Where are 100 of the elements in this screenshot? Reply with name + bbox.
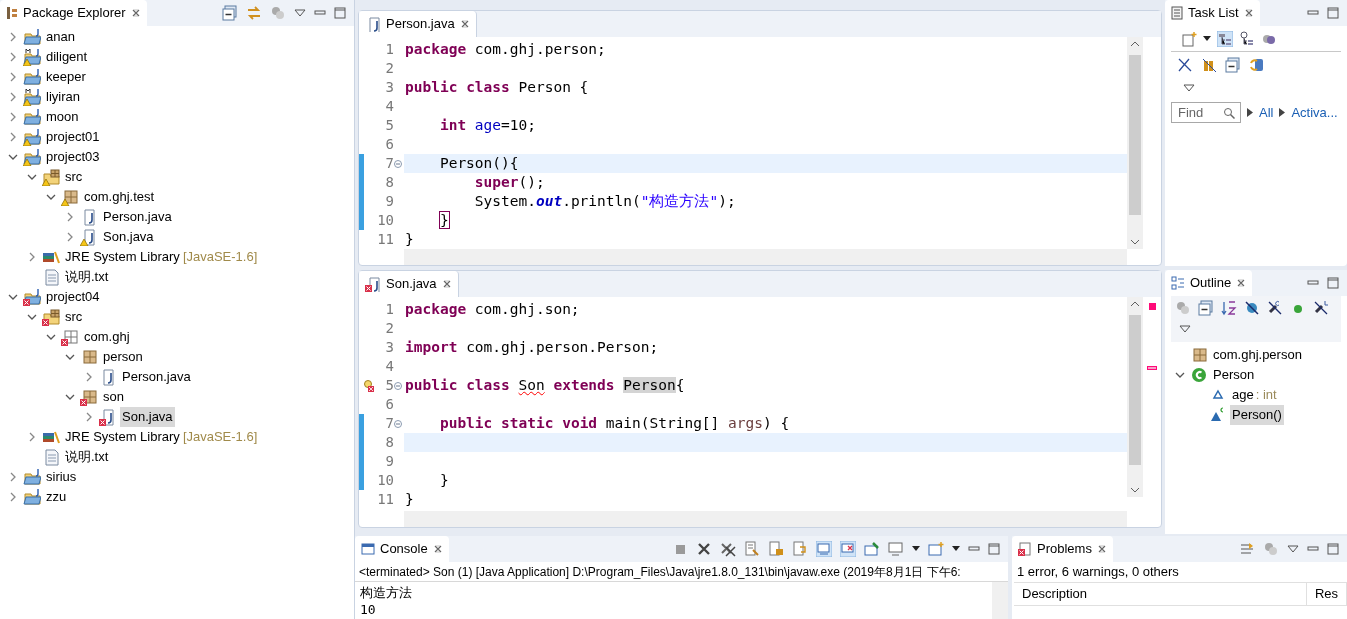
show-on-output-icon[interactable] (816, 541, 832, 557)
categorized-tasks-icon[interactable] (1217, 30, 1233, 47)
column-header[interactable]: Description (1014, 582, 1307, 606)
view-menu-icon[interactable] (294, 9, 306, 17)
display-console-icon[interactable] (888, 541, 904, 557)
close-icon[interactable] (1243, 8, 1254, 18)
tree-item[interactable]: Son.java (101, 227, 156, 247)
view-tab[interactable]: Package Explorer (0, 0, 147, 26)
collapse-all-icon[interactable] (1225, 57, 1241, 73)
tree-item[interactable]: Person() (1230, 405, 1284, 425)
maximize-icon[interactable] (1327, 543, 1339, 555)
maximize-icon[interactable] (334, 7, 346, 19)
editor-tab[interactable]: Son.java (359, 271, 459, 297)
tree-item[interactable]: Person (1211, 365, 1257, 385)
collapse-all-icon[interactable] (1198, 300, 1214, 316)
tree-item[interactable]: JRE System Library (63, 427, 182, 447)
tree-item[interactable]: Son.java (120, 407, 175, 427)
horizontal-scrollbar[interactable] (404, 511, 1127, 527)
lightbulb-error-icon[interactable] (364, 379, 374, 392)
close-icon[interactable] (432, 544, 443, 554)
filter-icon[interactable] (1175, 300, 1191, 316)
expand-triangle-icon[interactable] (1247, 108, 1253, 117)
remove-all-terminated-icon[interactable] (720, 541, 736, 557)
hide-fields-icon[interactable] (1244, 300, 1260, 316)
link-with-editor-icon[interactable] (246, 5, 262, 21)
tree-item[interactable]: diligent (44, 47, 90, 67)
task-repository-icon[interactable] (1249, 57, 1265, 73)
vertical-scrollbar[interactable] (1127, 297, 1143, 497)
filter-icon[interactable] (1263, 541, 1279, 557)
tree-item[interactable]: zzu (44, 487, 69, 507)
minimize-icon[interactable] (968, 544, 980, 554)
tree-item[interactable]: Person.java (101, 207, 174, 227)
close-icon[interactable] (1236, 278, 1247, 288)
column-header[interactable]: Res (1306, 582, 1347, 606)
scheduled-tasks-icon[interactable] (1239, 30, 1255, 47)
vertical-scrollbar[interactable] (1127, 37, 1143, 249)
hide-local-types-icon[interactable] (1313, 300, 1329, 316)
tree-item[interactable]: src (63, 307, 85, 327)
editor-tab[interactable]: Person.java (359, 11, 477, 37)
view-tab[interactable]: Console (355, 536, 449, 562)
fold-minus-icon[interactable] (394, 381, 402, 390)
word-wrap-icon[interactable] (792, 541, 808, 557)
pin-console-icon[interactable] (864, 541, 880, 557)
link[interactable]: Activa... (1291, 102, 1338, 123)
view-tab[interactable]: Task List (1165, 0, 1260, 26)
dropdown-caret-icon[interactable] (1203, 35, 1211, 42)
link[interactable]: All (1259, 102, 1274, 123)
hide-static-icon[interactable] (1267, 300, 1283, 316)
tree-item[interactable]: 说明.txt (63, 267, 111, 287)
view-menu-icon[interactable] (1183, 84, 1195, 92)
new-task-icon[interactable] (1181, 30, 1197, 47)
tree-item[interactable]: sirius (44, 467, 79, 487)
tree-item[interactable]: age (1230, 385, 1256, 405)
expand-triangle-icon[interactable] (1279, 108, 1286, 117)
find-field[interactable]: Find (1171, 102, 1241, 123)
minimize-icon[interactable] (1307, 544, 1319, 554)
tree-item[interactable]: son (101, 387, 126, 407)
tree-item[interactable]: project04 (44, 287, 102, 307)
tree-item[interactable]: com.ghj.test (82, 187, 157, 207)
fold-minus-icon[interactable] (394, 419, 402, 428)
maximize-icon[interactable] (988, 543, 1000, 555)
view-tab[interactable]: Problems (1012, 536, 1113, 562)
minimize-icon[interactable] (1307, 8, 1319, 18)
maximize-icon[interactable] (1327, 7, 1339, 19)
tree-item[interactable]: project01 (44, 127, 102, 147)
fold-minus-icon[interactable] (394, 159, 402, 168)
tree-item[interactable]: JRE System Library (63, 247, 182, 267)
clear-console-icon[interactable] (744, 541, 760, 557)
dropdown-caret-icon[interactable] (912, 546, 920, 552)
focus-icon[interactable] (1201, 57, 1217, 73)
vertical-scrollbar[interactable] (992, 582, 1008, 619)
configure-columns-icon[interactable] (1239, 541, 1255, 557)
tree-item[interactable]: liyiran (44, 87, 82, 107)
sort-icon[interactable] (1221, 300, 1237, 316)
new-console-icon[interactable] (928, 541, 944, 557)
remove-launch-icon[interactable] (696, 541, 712, 557)
collapse-all-icon[interactable] (222, 5, 238, 21)
tree-item[interactable]: 说明.txt (63, 447, 111, 467)
close-icon[interactable] (441, 279, 452, 289)
close-icon[interactable] (1096, 544, 1107, 554)
tree-item[interactable]: com.ghj.person (1211, 345, 1304, 365)
tree-item[interactable]: Person.java (120, 367, 193, 387)
minimize-icon[interactable] (314, 8, 326, 18)
close-icon[interactable] (130, 8, 141, 18)
minimize-icon[interactable] (1307, 278, 1319, 288)
view-menu-icon[interactable] (1179, 325, 1191, 333)
scroll-lock-icon[interactable] (768, 541, 784, 557)
close-icon[interactable] (459, 19, 470, 29)
horizontal-scrollbar[interactable] (404, 249, 1127, 265)
maximize-icon[interactable] (1327, 277, 1339, 289)
dropdown-caret-icon[interactable] (952, 546, 960, 552)
view-tab[interactable]: Outline (1165, 270, 1253, 296)
crossed-task-icon[interactable] (1177, 57, 1193, 73)
tree-item[interactable]: project03 (44, 147, 102, 167)
view-menu-icon[interactable] (1287, 545, 1299, 553)
tree-item[interactable]: person (101, 347, 145, 367)
tree-item[interactable]: moon (44, 107, 81, 127)
tree-item[interactable]: keeper (44, 67, 88, 87)
tree-item[interactable]: anan (44, 27, 77, 47)
tree-item[interactable]: src (63, 167, 85, 187)
